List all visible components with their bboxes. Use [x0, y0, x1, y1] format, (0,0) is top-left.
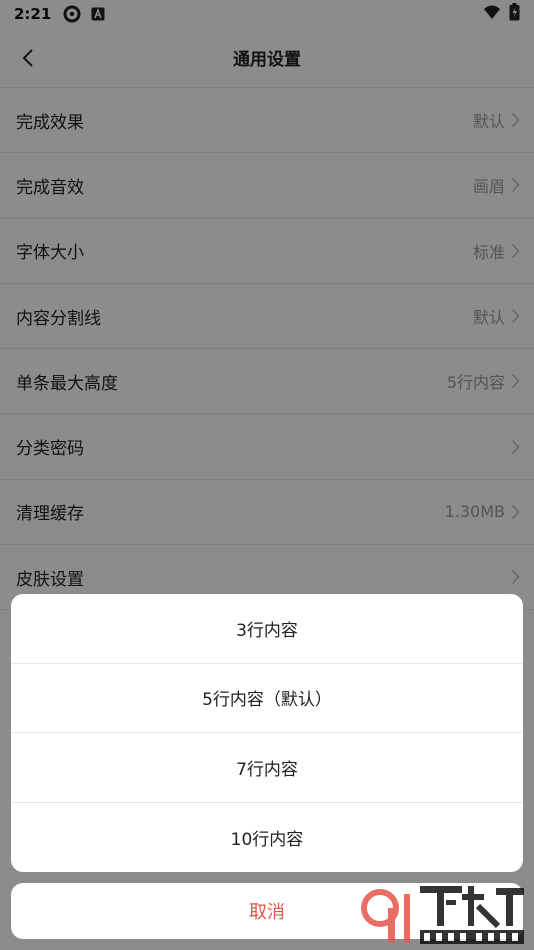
cancel-button[interactable]: 取消 [11, 883, 523, 939]
action-sheet: 3行内容 5行内容（默认） 7行内容 10行内容 [11, 594, 523, 872]
option-3-lines[interactable]: 3行内容 [11, 594, 523, 664]
option-10-lines[interactable]: 10行内容 [11, 803, 523, 873]
option-5-lines-default[interactable]: 5行内容（默认） [11, 664, 523, 733]
screen: 2:21 通用设置 完成效果 默认 完成音效 画眉 字体大小 标准 内容分割线 … [0, 0, 534, 950]
option-7-lines[interactable]: 7行内容 [11, 733, 523, 803]
